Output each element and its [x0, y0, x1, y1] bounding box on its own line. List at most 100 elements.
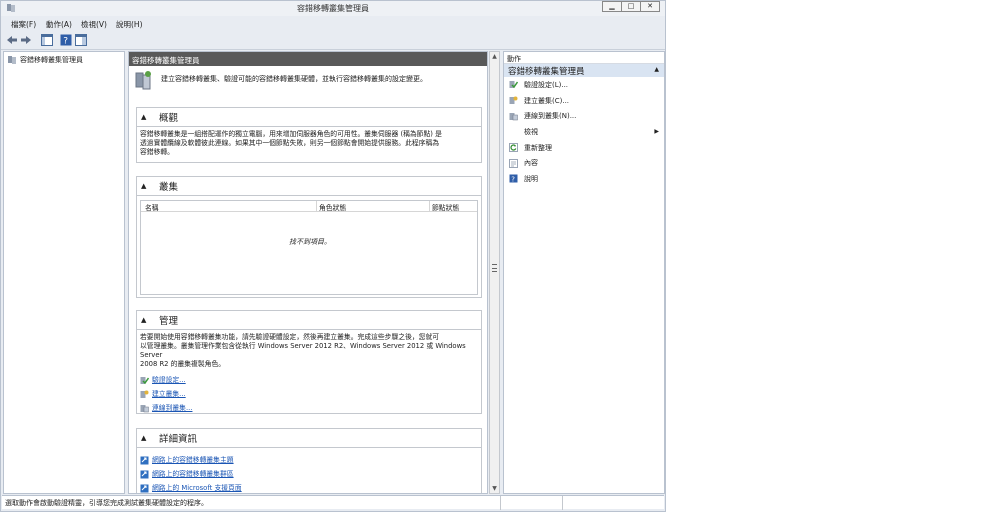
cluster-icon — [8, 56, 16, 64]
chevron-up-icon[interactable]: ▲ — [141, 182, 155, 190]
connect-icon — [140, 404, 149, 412]
details-section: ▲ 詳細資訊 網路上的容錯移轉叢集主題 網路上的容錯移轉叢集群區 網路上的 Mi… — [136, 428, 482, 493]
title-bar: 容錯移轉叢集管理員 ▁ □ ✕ — [1, 1, 665, 16]
management-title: 管理 — [159, 316, 179, 327]
column-name[interactable]: 名稱 — [145, 202, 159, 212]
center-scrollbar[interactable]: ▲ ▼ — [489, 51, 500, 494]
window-title: 容錯移轉叢集管理員 — [297, 4, 369, 13]
action-properties[interactable]: 內容 — [504, 155, 664, 171]
chevron-up-icon[interactable]: ▲ — [141, 113, 155, 121]
overview-body: 容錯移轉叢集是一組搭配運作的獨立電腦，用來增加伺服器角色的可用性。叢集伺服器 (… — [137, 127, 481, 160]
action-create-cluster[interactable]: 建立叢集(C)... — [504, 93, 664, 109]
intro-banner: 建立容錯移轉叢集、驗證可能的容錯移轉叢集硬體，並執行容錯移轉叢集的設定變更。 — [134, 70, 482, 97]
scroll-up-arrow[interactable]: ▲ — [490, 52, 499, 61]
console-tree-icon[interactable] — [41, 34, 53, 46]
column-role-status[interactable]: 角色狀態 — [319, 202, 346, 212]
help-icon[interactable]: ? — [60, 34, 72, 46]
back-arrow-icon[interactable] — [6, 34, 18, 46]
overview-line: 容錯移轉叢集是一組搭配運作的獨立電腦，用來增加伺服器角色的可用性。叢集伺服器 (… — [140, 130, 442, 138]
close-button[interactable]: ✕ — [640, 1, 660, 12]
clusters-list-header: 名稱 角色狀態 節點狀態 — [141, 201, 477, 212]
submenu-arrow-icon: ▶ — [654, 128, 659, 136]
management-line: 以管理叢集。叢集管理作業包含從執行 Windows Server 2012 R2… — [140, 342, 466, 359]
action-view[interactable]: 檢視 ▶ — [504, 124, 664, 140]
status-bar: 選取動作會啟動驗證精靈，引導您完成測試叢集硬體設定的程序。 — [2, 495, 664, 510]
toolbar: ? — [1, 31, 665, 50]
chevron-up-icon[interactable]: ▲ — [141, 434, 155, 442]
menu-view[interactable]: 檢視(V) — [81, 19, 107, 30]
empty-message: 找不到項目。 — [289, 238, 331, 246]
action-label: 連線到叢集(N)... — [524, 112, 577, 121]
chevron-up-icon[interactable]: ▲ — [141, 316, 155, 324]
actions-title: 動作 — [504, 52, 664, 64]
details-header[interactable]: ▲ 詳細資訊 — [137, 429, 481, 448]
overview-section: ▲ 概觀 容錯移轉叢集是一組搭配運作的獨立電腦，用來增加伺服器角色的可用性。叢集… — [136, 107, 482, 163]
connect-link-row[interactable]: 連線到叢集... — [140, 401, 478, 415]
actions-section-label: 容錯移轉叢集管理員 — [508, 67, 585, 77]
validate-config-link[interactable]: 驗證設定... — [152, 376, 186, 385]
help-book-icon: ? — [509, 174, 518, 183]
maximize-button[interactable]: □ — [621, 1, 641, 12]
action-validate[interactable]: 驗證設定(L)... — [504, 77, 664, 93]
validate-link-row[interactable]: 驗證設定... — [140, 373, 478, 387]
action-label: 內容 — [524, 159, 538, 168]
clusters-header[interactable]: ▲ 叢集 — [137, 177, 481, 196]
status-text: 選取動作會啟動驗證精靈，引導您完成測試叢集硬體設定的程序。 — [5, 499, 208, 507]
center-header: 容錯移轉叢集管理員 — [129, 52, 487, 66]
app-window: 容錯移轉叢集管理員 ▁ □ ✕ 檔案(F) 動作(A) 檢視(V) 說明(H) … — [0, 0, 666, 512]
web-link-icon — [140, 470, 149, 478]
action-label: 重新整理 — [524, 143, 552, 152]
actions-section-header[interactable]: 容錯移轉叢集管理員 ▲ — [504, 64, 664, 77]
management-line: 2008 R2 的叢集複製角色。 — [140, 360, 226, 368]
minimize-button[interactable]: ▁ — [602, 1, 622, 12]
column-separator — [316, 201, 317, 211]
overview-title: 概觀 — [159, 113, 179, 124]
action-refresh[interactable]: 重新整理 — [504, 140, 664, 156]
overview-header[interactable]: ▲ 概觀 — [137, 108, 481, 127]
menu-action[interactable]: 動作(A) — [46, 19, 72, 30]
details-link-topics[interactable]: 網路上的容錯移轉叢集主題 — [152, 456, 234, 465]
clusters-list[interactable]: 名稱 角色狀態 節點狀態 找不到項目。 — [140, 200, 478, 295]
status-divider — [500, 496, 501, 510]
center-pane: 容錯移轉叢集管理員 建立容錯移轉叢集、驗證可能的容錯移轉叢集硬體，並執行容錯移轉… — [128, 51, 488, 494]
menu-file[interactable]: 檔案(F) — [11, 19, 36, 30]
tree-item-root[interactable]: 容錯移轉叢集管理員 — [7, 55, 83, 65]
action-pane-icon[interactable] — [75, 34, 87, 46]
action-label: 檢視 — [524, 127, 538, 136]
details-link-row[interactable]: 網路上的 Microsoft 支援頁面 — [140, 481, 478, 493]
connect-icon — [509, 112, 518, 120]
details-link-community[interactable]: 網路上的容錯移轉叢集群區 — [152, 470, 234, 479]
details-link-row[interactable]: 網路上的容錯移轉叢集主題 — [140, 453, 478, 467]
create-cluster-link[interactable]: 建立叢集... — [152, 390, 186, 399]
management-line: 若要開始使用容錯移轉叢集功能，請先驗證硬體設定，然後再建立叢集。完成這些步驟之後… — [140, 333, 440, 341]
menu-help[interactable]: 說明(H) — [116, 19, 143, 30]
properties-icon — [509, 158, 518, 168]
action-connect[interactable]: 連線到叢集(N)... — [504, 108, 664, 124]
forward-arrow-icon[interactable] — [20, 34, 32, 46]
svg-text:?: ? — [511, 176, 515, 184]
actions-pane: 動作 容錯移轉叢集管理員 ▲ 驗證設定(L)... 建立叢集(C)... 連線到… — [503, 51, 665, 494]
overview-line: 透過實體纜線及軟體彼此連線。如果其中一個節點失敗，則另一個節點會開始提供服務。此… — [140, 139, 440, 147]
column-separator — [429, 201, 430, 211]
collapse-icon[interactable]: ▲ — [654, 66, 659, 73]
connect-cluster-link[interactable]: 連線到叢集... — [152, 404, 192, 413]
details-link-row[interactable]: 網路上的容錯移轉叢集群區 — [140, 467, 478, 481]
create-link-row[interactable]: 建立叢集... — [140, 387, 478, 401]
clusters-title: 叢集 — [159, 182, 179, 193]
column-node-status[interactable]: 節點狀態 — [432, 202, 459, 212]
status-divider — [562, 496, 563, 510]
menu-bar: 檔案(F) 動作(A) 檢視(V) 說明(H) — [1, 17, 665, 30]
web-link-icon — [140, 456, 149, 464]
scroll-thumb[interactable] — [492, 264, 497, 272]
tree-item-label: 容錯移轉叢集管理員 — [20, 56, 83, 64]
management-header[interactable]: ▲ 管理 — [137, 311, 481, 330]
action-help[interactable]: ? 說明 — [504, 171, 664, 187]
clusters-section: ▲ 叢集 名稱 角色狀態 節點狀態 找不到項目。 — [136, 176, 482, 298]
details-link-support[interactable]: 網路上的 Microsoft 支援頁面 — [152, 484, 242, 493]
details-body: 網路上的容錯移轉叢集主題 網路上的容錯移轉叢集群區 網路上的 Microsoft… — [137, 448, 481, 493]
scroll-down-arrow[interactable]: ▼ — [490, 484, 499, 493]
cluster-icon — [135, 71, 151, 90]
management-section: ▲ 管理 若要開始使用容錯移轉叢集功能，請先驗證硬體設定，然後再建立叢集。完成這… — [136, 310, 482, 414]
action-label: 驗證設定(L)... — [524, 80, 569, 89]
console-tree: 容錯移轉叢集管理員 — [3, 51, 125, 494]
